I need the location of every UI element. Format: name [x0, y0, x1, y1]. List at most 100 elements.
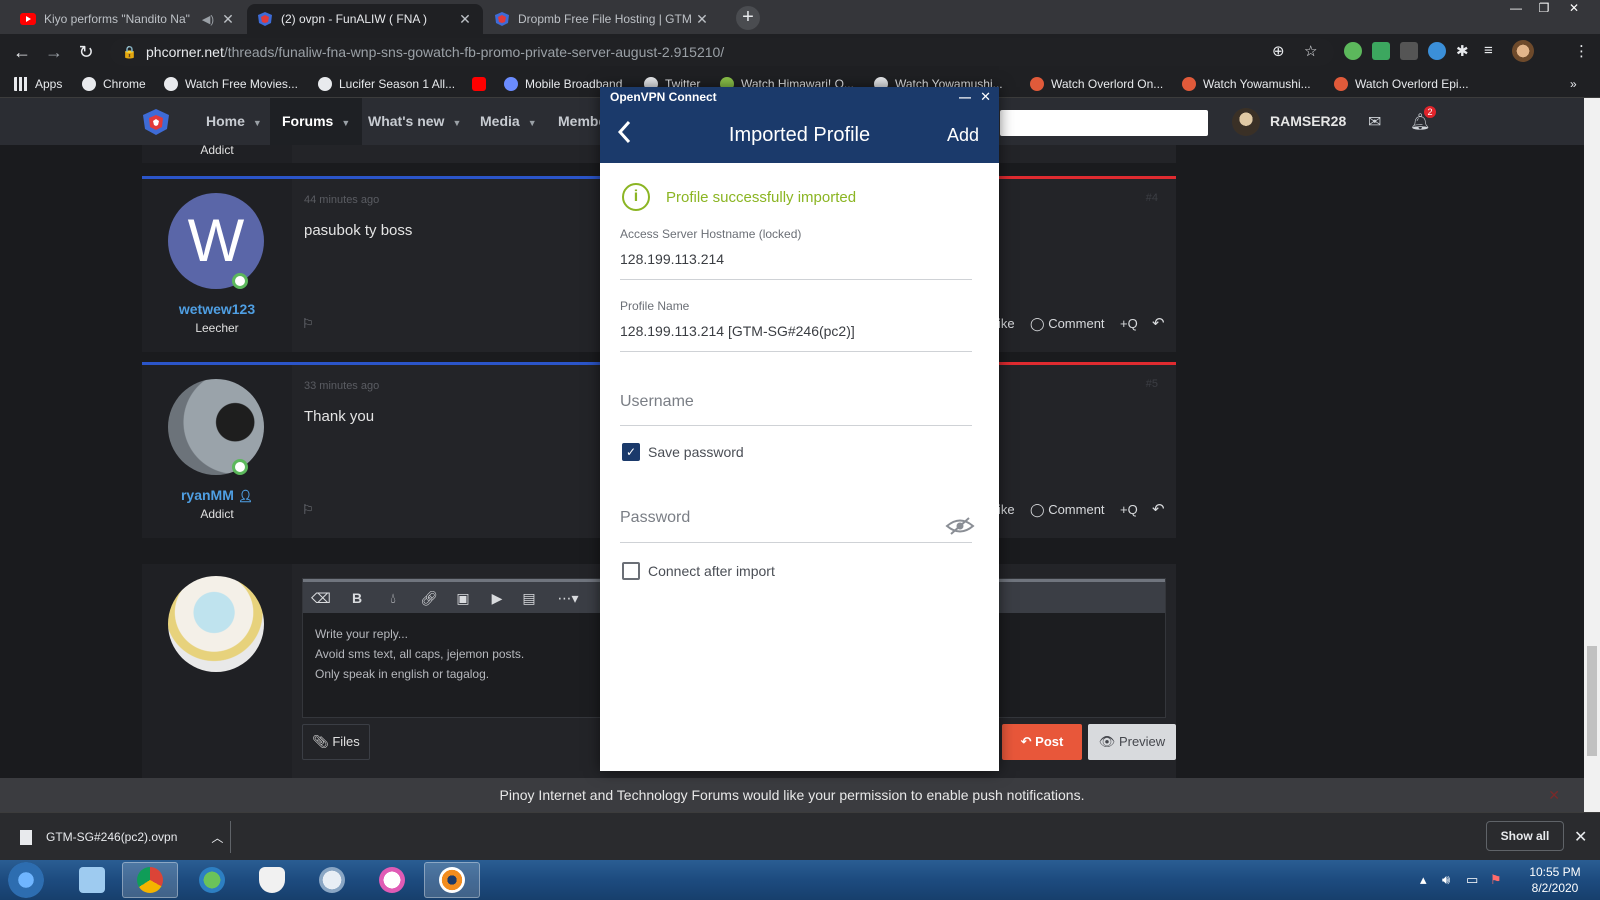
quote-button[interactable]: +Q: [1120, 502, 1138, 517]
link-icon[interactable]: 🔗︎: [419, 590, 439, 607]
attach-files-button[interactable]: 📎︎ Files: [302, 724, 370, 760]
forum-search-input[interactable]: [1000, 110, 1208, 136]
taskbar-app-itunes[interactable]: [364, 862, 420, 898]
password-field[interactable]: Password: [620, 509, 690, 527]
bookmark-item[interactable]: Lucifer Season 1 All...: [318, 75, 455, 93]
post-reply-button[interactable]: ↶ Post: [1002, 724, 1082, 760]
connect-after-import-checkbox[interactable]: Connect after import: [622, 562, 775, 580]
profile-avatar-icon[interactable]: [1512, 40, 1534, 62]
bookmark-chrome[interactable]: Chrome: [82, 75, 146, 93]
username-field[interactable]: Username: [620, 393, 694, 411]
back-arrow-icon[interactable]: ←: [10, 40, 34, 64]
user-name[interactable]: RAMSER28: [1270, 98, 1346, 145]
quote-button[interactable]: +Q: [1120, 316, 1138, 331]
browser-tab-dropmb[interactable]: Dropmb Free File Hosting | GTM ✕: [484, 4, 720, 34]
close-icon[interactable]: ✕: [1548, 778, 1560, 812]
download-item[interactable]: GTM-SG#246(pc2).ovpn ︿: [20, 823, 223, 851]
install-app-icon[interactable]: ⊕: [1272, 42, 1285, 60]
tray-expand-icon[interactable]: ▴: [1420, 872, 1427, 888]
ovpn-file-icon[interactable]: ▤: [519, 590, 539, 607]
profile-name-field[interactable]: 128.199.113.214 [GTM-SG#246(pc2)]: [620, 323, 855, 339]
close-icon[interactable]: ✕: [1574, 827, 1587, 847]
nav-whats-new[interactable]: What's new ▼: [356, 98, 473, 145]
more-menu-icon[interactable]: ⋮: [1574, 42, 1592, 60]
comment-button[interactable]: ◯ Comment: [1030, 316, 1105, 332]
reply-arrow-icon[interactable]: ↶: [1152, 500, 1165, 518]
reload-icon[interactable]: ↻: [74, 40, 98, 64]
show-all-downloads-button[interactable]: Show all: [1486, 821, 1564, 851]
nav-media[interactable]: Media ▼: [468, 98, 549, 145]
post-time[interactable]: 44 minutes ago: [304, 194, 379, 206]
color-drop-icon[interactable]: 💧︎: [383, 590, 403, 607]
reply-arrow-icon[interactable]: ↶: [1152, 314, 1165, 332]
close-window-icon[interactable]: ✕: [1560, 0, 1588, 18]
bookmark-item[interactable]: Watch Overlord Epi...: [1334, 75, 1469, 93]
taskbar-app-chrome[interactable]: [122, 862, 178, 898]
add-profile-button[interactable]: Add: [947, 107, 979, 163]
new-tab-button[interactable]: +: [736, 6, 760, 30]
taskbar-app-globe[interactable]: [184, 862, 240, 898]
close-tab-icon[interactable]: ✕: [694, 11, 710, 28]
taskbar-app-openvpn[interactable]: [424, 862, 480, 898]
taskbar-app-fox[interactable]: [244, 862, 300, 898]
bookmark-item[interactable]: Watch Yowamushi...: [1182, 75, 1311, 93]
taskbar-clock[interactable]: 10:55 PM 8/2/2020: [1520, 864, 1590, 896]
close-tab-icon[interactable]: ✕: [220, 11, 236, 28]
like-button[interactable]: ike: [998, 502, 1015, 517]
envelope-icon[interactable]: ✉: [1368, 112, 1381, 132]
post-number[interactable]: #5: [1146, 378, 1158, 390]
extension-shield-icon[interactable]: [1372, 42, 1390, 60]
like-button[interactable]: ike: [998, 316, 1015, 331]
minimize-icon[interactable]: —: [959, 87, 971, 107]
address-bar[interactable]: 🔒 phcorner.net/threads/funaliw-fna-wnp-s…: [110, 38, 1334, 66]
comment-button[interactable]: ◯ Comment: [1030, 502, 1105, 518]
chevron-up-icon[interactable]: ︿: [211, 829, 223, 846]
extension-green-icon[interactable]: [1344, 42, 1362, 60]
phcorner-logo-icon[interactable]: [142, 108, 170, 136]
author-name[interactable]: wetwew123: [142, 301, 292, 317]
eye-slash-icon[interactable]: [945, 517, 975, 538]
minimize-window-icon[interactable]: —: [1502, 0, 1530, 18]
bookmark-star-icon[interactable]: ☆: [1304, 42, 1317, 60]
browser-tab-ovpn[interactable]: (2) ovpn - FunALIW ( FNA ) ✕: [247, 4, 483, 34]
report-flag-icon[interactable]: ⚐: [302, 316, 314, 332]
taskbar-app-ssh[interactable]: [304, 862, 360, 898]
extension-leaf-icon[interactable]: [1428, 42, 1446, 60]
avatar[interactable]: W: [168, 193, 264, 289]
extension-ka-icon[interactable]: [1400, 42, 1418, 60]
nav-home[interactable]: Home ▼: [194, 98, 274, 145]
action-center-flag-icon[interactable]: ⚑: [1490, 872, 1502, 888]
extensions-puzzle-icon[interactable]: ✱: [1456, 42, 1474, 60]
save-password-checkbox[interactable]: ✓ Save password: [622, 443, 744, 461]
author-name[interactable]: ryanMM 👤︎: [142, 487, 292, 503]
eraser-icon[interactable]: ⌫: [311, 590, 331, 607]
bookmark-item[interactable]: Watch Overlord On...: [1030, 75, 1163, 93]
scrollbar-thumb[interactable]: [1587, 646, 1597, 756]
windows-start-icon[interactable]: [8, 862, 44, 898]
avatar[interactable]: [168, 379, 264, 475]
close-icon[interactable]: ✕: [980, 87, 991, 107]
video-icon[interactable]: ▶: [487, 590, 507, 607]
media-queue-icon[interactable]: ≡: [1484, 42, 1502, 60]
taskbar-app-z[interactable]: [64, 862, 120, 898]
volume-icon[interactable]: 🔊︎: [1442, 872, 1450, 888]
forward-arrow-icon[interactable]: →: [42, 40, 66, 64]
image-icon[interactable]: ▣: [453, 590, 473, 607]
user-avatar[interactable]: [1232, 108, 1260, 136]
page-scrollbar[interactable]: [1584, 98, 1600, 812]
vpn-window-titlebar[interactable]: OpenVPN Connect — ✕: [600, 87, 999, 107]
post-number[interactable]: #4: [1146, 192, 1158, 204]
report-flag-icon[interactable]: ⚐: [302, 502, 314, 518]
preview-button[interactable]: 👁︎ Preview: [1088, 724, 1176, 760]
network-icon[interactable]: ▭: [1466, 872, 1478, 888]
restore-window-icon[interactable]: ❐: [1530, 0, 1558, 18]
nav-forums[interactable]: Forums ▼: [270, 98, 363, 145]
post-time[interactable]: 33 minutes ago: [304, 380, 379, 392]
browser-tab-youtube[interactable]: Kiyo performs "Nandito Na" ◀) ✕: [10, 4, 246, 34]
bookmarks-overflow-icon[interactable]: »: [1570, 75, 1577, 93]
bold-icon[interactable]: B: [347, 590, 367, 606]
bookmark-item[interactable]: Watch Free Movies...: [164, 75, 298, 93]
bookmark-youtube[interactable]: [472, 75, 493, 93]
bookmark-apps[interactable]: Apps: [14, 75, 62, 93]
more-options-icon[interactable]: ⋯▾: [553, 590, 583, 607]
